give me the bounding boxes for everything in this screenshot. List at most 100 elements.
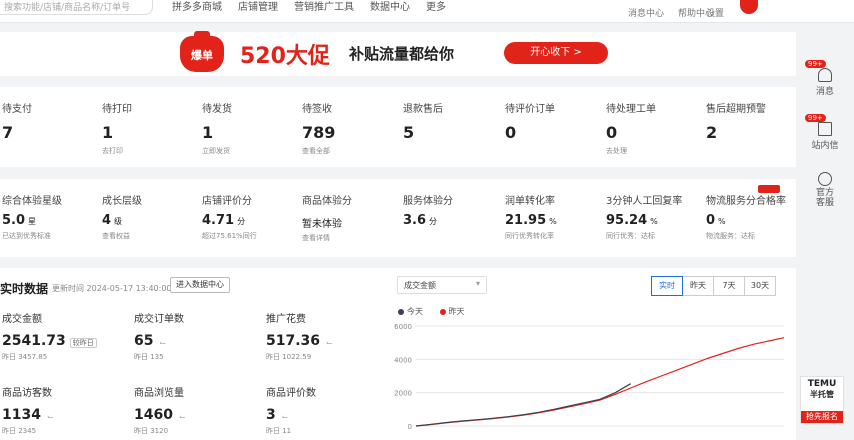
todo-link[interactable]: 查看全部 [302,146,335,156]
realtime-metric[interactable]: 商品浏览量 1460 ⌙ 昨日 3120 [134,384,186,436]
metric-item[interactable]: 3分钟人工回复率 95.24% 同行优秀：达标 [606,192,682,241]
promo-subtitle: 补贴流量都给你 [349,45,455,63]
metric-unit: % [549,217,557,226]
metric-note: 已达到优秀标准 [2,232,51,240]
todo-item[interactable]: 待签收 789 查看全部 [302,100,335,156]
nav-item-more[interactable]: 更多 [426,0,446,13]
legend-yesterday[interactable]: 昨天 [449,307,465,316]
tab-yesterday[interactable]: 昨天 [682,276,714,296]
realtime-metric[interactable]: 商品访客数 1134 ⌙ 昨日 2345 [2,384,54,436]
series-line-yesterday[interactable] [415,337,785,427]
realtime-yesterday: 昨日 11 [266,427,292,435]
util-settings[interactable]: 设置 [706,6,724,19]
sidebar-badge: 99+ [805,114,826,122]
tab-7-days[interactable]: 7天 [713,276,745,296]
trend-icon: ⌙ [326,338,333,347]
compare-chip: 较昨日 [69,338,97,348]
user-avatar[interactable] [740,0,758,14]
top-nav: 拼多多商城 店铺管理 营销推广工具 数据中心 更多 [172,0,462,13]
metric-item[interactable]: 成长层级 4级 查看权益 [102,192,142,241]
y-tick-label: 4000 [394,356,412,364]
legend-today[interactable]: 今天 [407,307,423,316]
nav-item-data[interactable]: 数据中心 [370,0,410,13]
metric-label: 物流服务分合格率 [706,196,786,207]
series-line-today[interactable] [415,383,632,427]
realtime-metric[interactable]: 商品评价数 3 ⌙ 昨日 11 [266,384,316,436]
metric-select-value: 成交金额 [404,281,436,290]
metric-unit: 分 [237,217,246,226]
metric-value: 5.0 [2,213,26,228]
realtime-value: 65 [134,333,154,349]
nav-item-marketing[interactable]: 营销推广工具 [294,0,354,13]
sidebar-item-inbox[interactable]: 99+ 站内信 [800,114,850,151]
time-range-tabs: 实时 昨天 7天 30天 [651,276,776,296]
search-input[interactable]: 搜索功能/店铺/商品名称/订单号 [0,0,153,15]
top-bar: 搜索功能/店铺/商品名称/订单号 拼多多商城 店铺管理 营销推广工具 数据中心 … [0,0,854,23]
temu-promo[interactable]: TEMU 半托管 抢先报名 [800,376,844,424]
metric-select[interactable]: 成交金额 ▾ [397,276,487,294]
metric-item[interactable]: 综合体验星级 5.0 星 已达到优秀标准 [2,192,62,241]
metric-item[interactable]: 服务体验分 3.6 分 [403,192,453,231]
realtime-label: 商品浏览量 [134,388,184,399]
todo-item[interactable]: 待打印 1 去打印 [102,100,132,156]
todo-label: 待评价订单 [505,104,555,115]
todo-item[interactable]: 退款售后 5 [403,100,443,146]
metric-item[interactable]: 物流服务分合格率 0% 物流服务：达标 [706,192,786,241]
realtime-label: 商品访客数 [2,388,52,399]
todo-item[interactable]: 售后超期预警 2 [706,100,766,146]
realtime-yesterday: 昨日 2345 [2,427,37,435]
update-time: 更新时间 2024-05-17 13:40:00 [52,284,172,293]
metric-value: 3.6 [403,213,427,228]
todo-value: 0 [505,123,517,142]
todo-item[interactable]: 待处理工单 0 去处理 [606,100,656,156]
todo-item[interactable]: 待评价订单 0 [505,100,555,146]
data-center-button[interactable]: 进入数据中心 [170,277,230,293]
metric-item[interactable]: 店铺评价分 4.71 分 超过75.61%同行 [202,192,257,241]
todo-label: 待签收 [302,104,332,115]
service-robot-icon [818,172,832,186]
metric-note: 同行优秀：达标 [606,232,655,240]
sidebar-label: 消息 [815,87,834,97]
metric-label: 店铺评价分 [202,196,252,207]
realtime-yesterday: 昨日 135 [134,353,164,361]
y-tick-label: 2000 [394,390,412,398]
tab-realtime[interactable]: 实时 [651,276,683,296]
todo-link[interactable]: 去处理 [606,146,656,156]
util-messages[interactable]: 消息中心 [628,6,664,19]
realtime-value: 2541.73 [2,333,66,349]
sidebar-item-messages[interactable]: 99+ 消息 [800,60,850,97]
realtime-metric[interactable]: 成交金额 2541.73 较昨日 昨日 3457.85 [2,310,97,362]
realtime-value: 1134 [2,407,41,423]
todo-link[interactable]: 去打印 [102,146,132,156]
metric-label: 综合体验星级 [2,196,62,207]
chart-legend: 今天 昨天 [398,306,465,317]
nav-item-store[interactable]: 店铺管理 [238,0,278,13]
todo-label: 退款售后 [403,104,443,115]
metric-note: 超过75.61%同行 [202,232,257,240]
metric-item[interactable]: 商品体验分 暂未体验 查看详情 [302,192,352,243]
trend-icon: ⌙ [46,412,54,421]
metric-unit: % [718,217,726,226]
temu-logo-text: TEMU [807,379,837,389]
metric-note[interactable]: 查看详情 [302,233,352,243]
realtime-metric[interactable]: 推广花费 517.36 ⌙ 昨日 1022.59 [266,310,333,362]
todo-link[interactable]: 立即发货 [202,146,232,156]
trend-icon: ⌙ [178,412,186,421]
metric-value: 4.71 [202,213,235,228]
todo-item[interactable]: 待发货 1 立即发货 [202,100,232,156]
sidebar-label: 站内信 [811,141,839,151]
metric-note[interactable]: 查看权益 [102,231,142,241]
sidebar-item-customer-service[interactable]: 官方客服 [800,172,850,208]
search-placeholder: 搜索功能/店铺/商品名称/订单号 [4,3,131,13]
tab-30-days[interactable]: 30天 [744,276,776,296]
metric-item[interactable]: 润单转化率 21.95% 同行优秀转化率 [505,192,557,241]
temu-signup-button[interactable]: 抢先报名 [801,411,843,423]
accept-promo-button[interactable]: 开心收下 > [504,42,608,64]
realtime-metric[interactable]: 成交订单数 65 ⌙ 昨日 135 [134,310,184,362]
nav-item-mall[interactable]: 拼多多商城 [172,0,222,13]
todo-item[interactable]: 待支付 7 [2,100,32,146]
promo-banner[interactable]: 爆单 520大促 补贴流量都给你 开心收下 > [0,31,796,76]
todo-value: 789 [302,123,336,142]
metric-label: 成长层级 [102,196,142,207]
metric-label: 服务体验分 [403,196,453,207]
